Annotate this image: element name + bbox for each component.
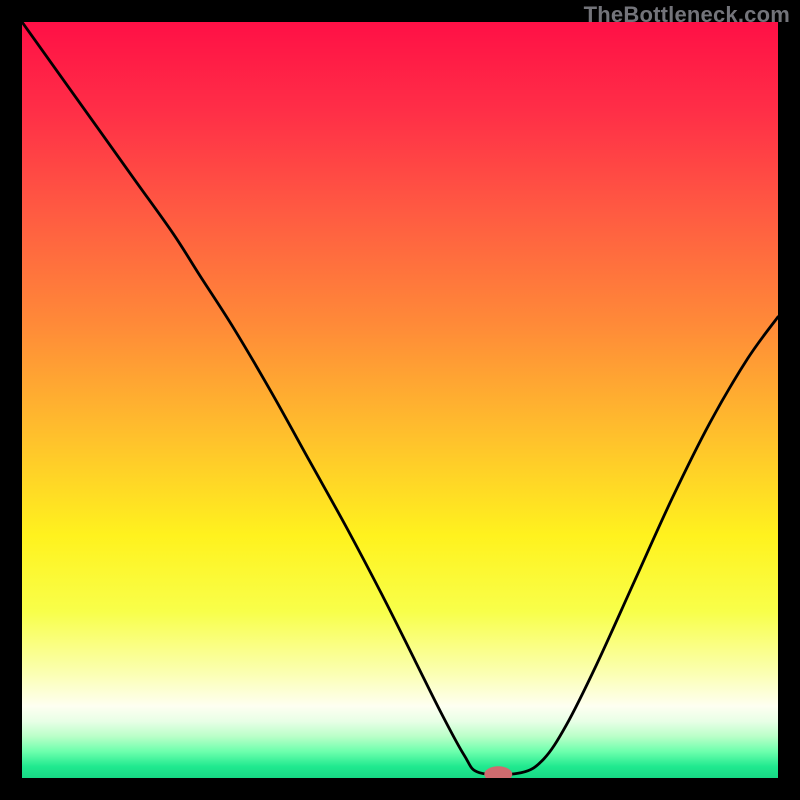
plot-area — [22, 22, 778, 778]
chart-frame: TheBottleneck.com — [0, 0, 800, 800]
watermark-label: TheBottleneck.com — [584, 2, 790, 28]
plot-svg — [22, 22, 778, 778]
gradient-background — [22, 22, 778, 778]
